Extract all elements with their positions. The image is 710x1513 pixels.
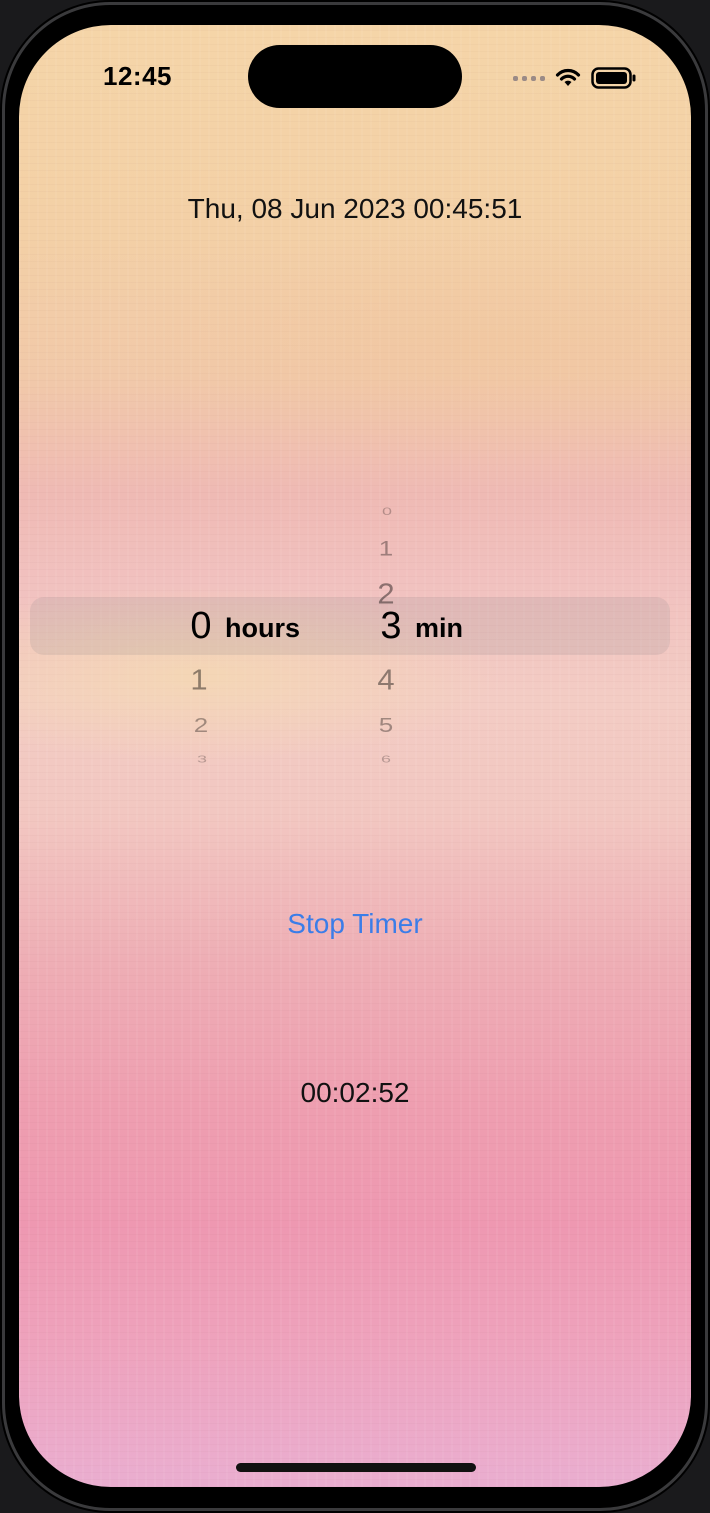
picker-selection-band [30, 597, 670, 655]
minutes-option[interactable]: 5 [371, 713, 401, 737]
app-screen: 12:45 Thu, 08 Jun 2023 00:45:51 0 hours … [19, 25, 691, 1487]
hours-option[interactable]: 1 [184, 663, 214, 697]
current-date-time: Thu, 08 Jun 2023 00:45:51 [187, 193, 523, 224]
device-frame: 12:45 Thu, 08 Jun 2023 00:45:51 0 hours … [0, 0, 710, 1513]
home-indicator[interactable] [236, 1463, 476, 1472]
minutes-option[interactable]: 6 [371, 754, 401, 766]
hours-option[interactable]: 2 [186, 713, 216, 737]
status-bar-indicators [513, 67, 637, 89]
wifi-icon [555, 68, 581, 86]
remaining-time-label: 00:02:52 [300, 1077, 410, 1108]
battery-icon [591, 67, 636, 89]
minutes-option[interactable]: 0 [372, 505, 402, 518]
minutes-option[interactable]: 1 [371, 536, 401, 561]
minutes-selected-value: 3 [380, 605, 402, 647]
hours-selected-value: 0 [190, 605, 212, 647]
countdown-duration-picker[interactable]: 0 hours 1 2 3 0 1 2 3 min 4 5 6 [19, 471, 691, 781]
hours-option[interactable]: 3 [187, 754, 217, 766]
minutes-option[interactable]: 4 [371, 663, 401, 697]
stop-timer-button[interactable]: Stop Timer [255, 908, 455, 948]
dynamic-island [248, 45, 462, 108]
cellular-signal-icon [513, 75, 545, 81]
status-bar-time: 12:45 [103, 61, 172, 91]
hours-unit-label: hours [225, 613, 301, 643]
minutes-unit-label: min [415, 613, 464, 643]
